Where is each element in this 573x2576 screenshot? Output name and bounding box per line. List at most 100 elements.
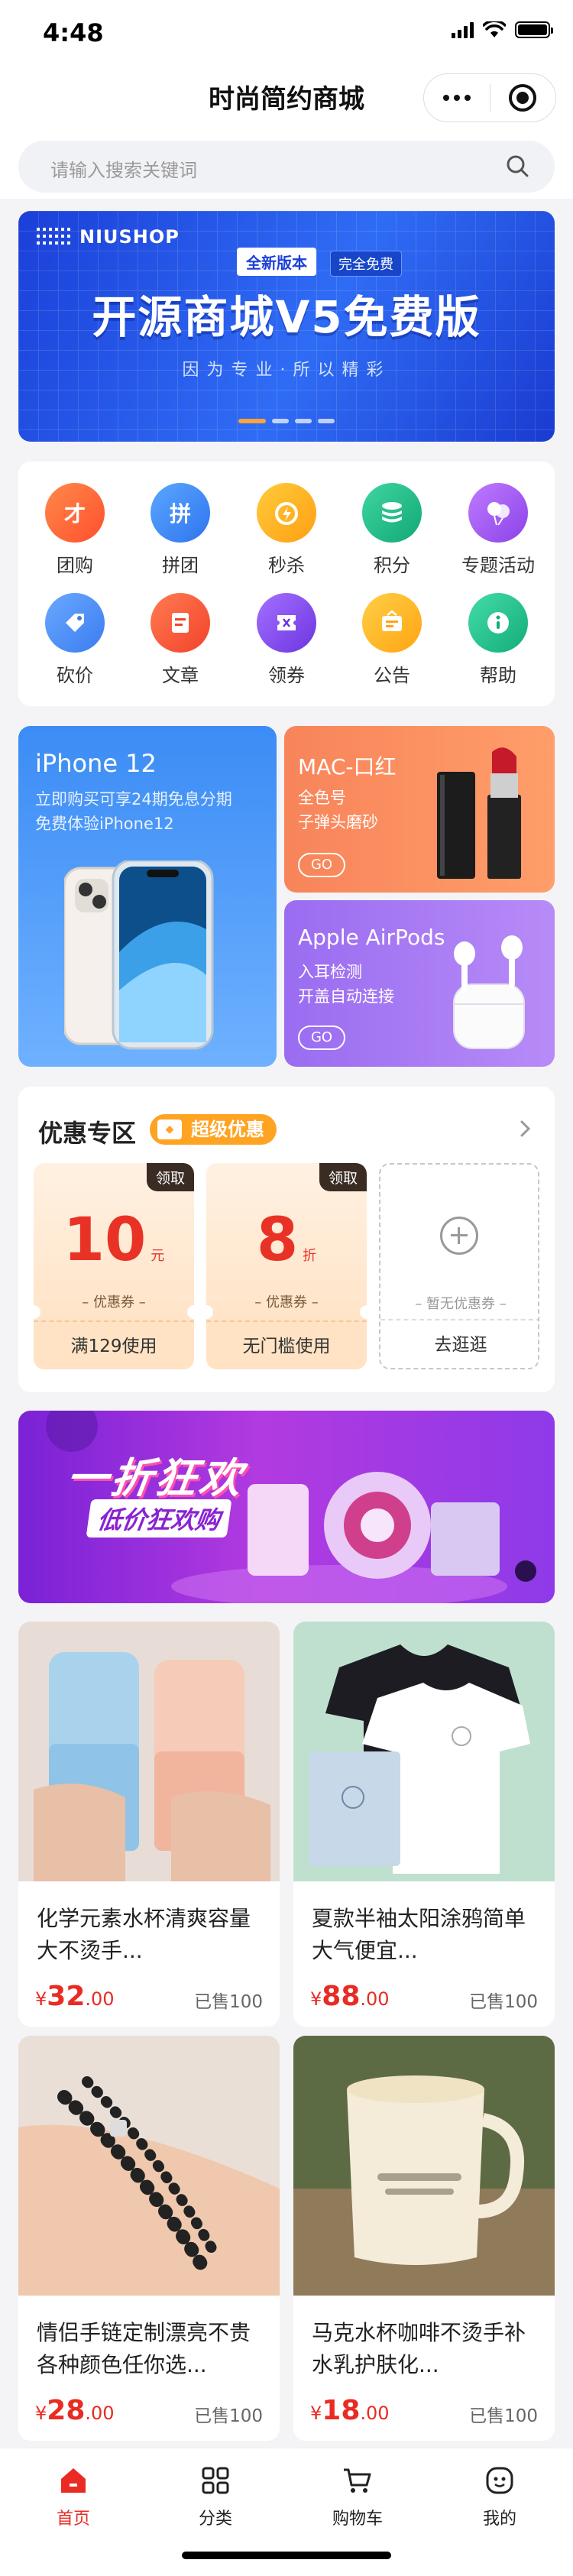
coupon-card[interactable]: 领取 8折 – 优惠券 – 无门槛使用 bbox=[206, 1163, 367, 1369]
menu-item-help[interactable]: 帮助 bbox=[452, 593, 544, 687]
banner-dot-4[interactable] bbox=[318, 419, 335, 423]
product-price: ¥28.00 bbox=[35, 2395, 115, 2426]
mini-program-capsule bbox=[423, 73, 556, 122]
empty-coupon-card[interactable]: – 暂无优惠券 – 去逛逛 bbox=[379, 1163, 539, 1369]
browse-button[interactable]: 去逛逛 bbox=[380, 1319, 538, 1368]
chevron-right-icon[interactable] bbox=[513, 1117, 536, 1140]
banner-headline: 开源商城V5免费版 bbox=[92, 291, 481, 343]
price-currency: ¥ bbox=[35, 1988, 47, 2010]
price-decimal: .00 bbox=[360, 2403, 390, 2424]
product-sold-count: 已售100 bbox=[469, 1992, 538, 2012]
promo-title: MAC-口红 bbox=[298, 754, 397, 779]
promo-airpods[interactable]: Apple AirPods 入耳检测 开盖自动连接 GO bbox=[284, 900, 555, 1067]
home-indicator bbox=[182, 2552, 391, 2559]
product-price: ¥32.00 bbox=[35, 1981, 115, 2012]
cart-icon bbox=[344, 2468, 371, 2493]
price-integer: 18 bbox=[322, 2395, 361, 2426]
promo-desc-line: 免费体验iPhone12 bbox=[35, 815, 174, 833]
promo-desc: 全色号 子弹头磨砂 bbox=[298, 786, 378, 834]
tab-category[interactable]: 分类 bbox=[170, 2464, 261, 2529]
menu-item-pin-group[interactable]: 拼 拼团 bbox=[134, 483, 226, 577]
help-icon bbox=[468, 593, 528, 653]
category-grid-icon bbox=[202, 2467, 229, 2494]
banner-dot-1[interactable] bbox=[238, 419, 266, 423]
coupon-unit: 元 bbox=[151, 1248, 165, 1264]
banner-pagination bbox=[18, 419, 555, 423]
plus-circle-icon bbox=[440, 1217, 478, 1255]
battery-icon bbox=[515, 21, 553, 38]
promo-desc-line: 立即购买可享24期免息分期 bbox=[35, 790, 232, 808]
menu-item-label: 砍价 bbox=[57, 665, 93, 686]
product-image-water-bottle bbox=[18, 1622, 280, 1881]
target-icon[interactable] bbox=[490, 84, 556, 112]
product-sold-count: 已售100 bbox=[194, 2406, 263, 2426]
banner-dot-2[interactable] bbox=[272, 419, 289, 423]
coupon-card[interactable]: 领取 10 元 – 优惠券 – 满129使用 bbox=[34, 1163, 194, 1369]
group-buy-icon: 才 bbox=[45, 483, 105, 543]
super-deal-badge: ◆ 超级优惠 bbox=[150, 1114, 277, 1145]
menu-item-notice[interactable]: 公告 bbox=[346, 593, 438, 687]
lipstick-go-button[interactable]: GO bbox=[298, 853, 345, 877]
coupon-icon bbox=[257, 593, 316, 653]
tab-profile[interactable]: 我的 bbox=[454, 2464, 545, 2529]
menu-item-label: 积分 bbox=[374, 555, 410, 576]
coupon-unit: 折 bbox=[303, 1248, 317, 1264]
topic-balloon-icon bbox=[468, 483, 528, 543]
price-integer: 32 bbox=[47, 1981, 86, 2012]
sale-banner[interactable]: 一折狂欢 低价狂欢购 bbox=[18, 1411, 555, 1603]
menu-item-group-buy[interactable]: 才 团购 bbox=[29, 483, 121, 577]
coupon-section: 优惠专区 ◆ 超级优惠 领取 10 元 – 优惠券 – 满129使用 领取 8折 … bbox=[18, 1087, 555, 1392]
menu-item-points[interactable]: 积分 bbox=[346, 483, 438, 577]
more-dots-icon[interactable] bbox=[424, 95, 490, 101]
notice-icon bbox=[362, 593, 422, 653]
menu-item-bargain[interactable]: 砍价 bbox=[29, 593, 121, 687]
status-icons bbox=[452, 21, 553, 38]
product-card[interactable]: 化学元素水杯清爽容量 大不烫手... ¥32.00 已售100 bbox=[18, 1622, 280, 2027]
price-currency: ¥ bbox=[310, 2403, 322, 2424]
banner-tag-free: 完全免费 bbox=[330, 251, 402, 277]
wifi-icon bbox=[483, 21, 506, 37]
coupon-condition: 满129使用 bbox=[34, 1320, 194, 1369]
product-name: 情侣手链定制漂亮不贵 各种颜色任你选... bbox=[37, 2317, 266, 2381]
product-name-line: 水乳护肤化... bbox=[312, 2352, 439, 2377]
price-integer: 88 bbox=[322, 1981, 361, 2012]
promo-desc-line: 开盖自动连接 bbox=[298, 987, 394, 1006]
tab-label: 购物车 bbox=[332, 2510, 383, 2529]
hero-banner[interactable]: NIUSHOP 全新版本 完全免费 开源商城V5免费版 因为专业·所以精彩 bbox=[18, 211, 555, 442]
claim-button[interactable]: 领取 bbox=[319, 1163, 367, 1191]
product-image-mug bbox=[293, 2036, 555, 2296]
product-card[interactable]: 马克水杯咖啡不烫手补 水乳护肤化... ¥18.00 已售100 bbox=[293, 2036, 555, 2441]
promo-iphone[interactable]: iPhone 12 立即购买可享24期免息分期 免费体验iPhone12 bbox=[18, 726, 277, 1067]
tab-cart[interactable]: 购物车 bbox=[312, 2464, 403, 2529]
search-input[interactable]: 请输入搜索关键词 bbox=[18, 141, 555, 193]
search-icon[interactable] bbox=[506, 154, 529, 177]
menu-item-article[interactable]: 文章 bbox=[134, 593, 226, 687]
product-image-bracelet bbox=[18, 2036, 280, 2296]
signal-icon bbox=[452, 21, 474, 38]
price-decimal: .00 bbox=[85, 2403, 115, 2424]
menu-item-topic[interactable]: 专题活动 bbox=[452, 483, 544, 577]
menu-item-label: 公告 bbox=[374, 665, 410, 686]
promo-title: Apple AirPods bbox=[298, 925, 445, 950]
product-price: ¥88.00 bbox=[310, 1981, 390, 2012]
promo-title: iPhone 12 bbox=[35, 749, 157, 778]
price-currency: ¥ bbox=[310, 1988, 322, 2010]
claim-button[interactable]: 领取 bbox=[146, 1163, 194, 1191]
banner-dot-3[interactable] bbox=[295, 419, 312, 423]
banner-subtitle: 因为专业·所以精彩 bbox=[182, 361, 391, 380]
product-card[interactable]: 情侣手链定制漂亮不贵 各种颜色任你选... ¥28.00 已售100 bbox=[18, 2036, 280, 2441]
promo-desc-line: 子弹头磨砂 bbox=[298, 813, 378, 831]
menu-item-coupon[interactable]: 领券 bbox=[241, 593, 332, 687]
promo-lipstick[interactable]: MAC-口红 全色号 子弹头磨砂 GO bbox=[284, 726, 555, 893]
flash-sale-icon bbox=[257, 483, 316, 543]
tab-home[interactable]: 首页 bbox=[28, 2464, 119, 2529]
product-sold-count: 已售100 bbox=[469, 2406, 538, 2426]
pin-group-icon: 拼 bbox=[151, 483, 210, 543]
menu-item-label: 帮助 bbox=[480, 665, 516, 686]
menu-item-label: 团购 bbox=[57, 555, 93, 576]
bargain-tag-icon bbox=[45, 593, 105, 653]
tab-label: 首页 bbox=[56, 2510, 90, 2529]
airpods-go-button[interactable]: GO bbox=[298, 1026, 345, 1050]
product-card[interactable]: 夏款半袖太阳涂鸦简单 大气便宜... ¥88.00 已售100 bbox=[293, 1622, 555, 2027]
menu-item-flash-sale[interactable]: 秒杀 bbox=[241, 483, 332, 577]
